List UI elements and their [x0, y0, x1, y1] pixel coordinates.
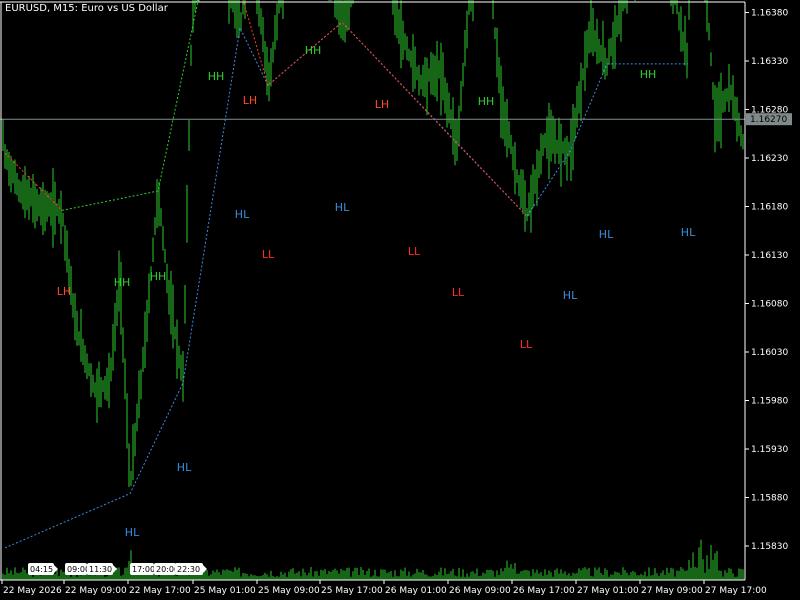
swing-label-hh: HH	[478, 95, 495, 108]
time-tick-label: 26 May 17:00	[513, 586, 575, 596]
price-tick-label: 1.15880	[751, 494, 788, 504]
swing-labels: LH HH HH HL HL HH LH HH LH HL LL HL LL HH LL LL HL HL HH HL	[57, 44, 696, 539]
current-price-badge: 1.16270	[746, 113, 792, 126]
price-tick-label: 1.16230	[751, 154, 788, 164]
price-tick-label: 1.16080	[751, 300, 788, 310]
time-tick-label: 25 May 01:00	[194, 586, 256, 596]
swing-label-hh: HH	[114, 276, 131, 289]
time-box: 04:15	[28, 563, 58, 575]
price-chart[interactable]: LH HH HH HL HL HH LH HH LH HL LL HL LL HH LL LL HL HL HH HL…	[0, 0, 800, 600]
swing-label-ll: LL	[408, 245, 421, 258]
time-axis: 22 May 2026 22 May 09:00 22 May 17:00 25 Ma…	[1, 580, 767, 596]
price-tick-label: 1.15930	[751, 445, 788, 455]
swing-label-hl: HL	[599, 228, 614, 241]
swing-label-hh: HH	[305, 44, 322, 57]
chart-axes	[0, 1, 746, 581]
swing-label-lh: LH	[57, 285, 71, 298]
time-box-label: 04:15	[30, 565, 53, 574]
swing-label-hh: HH	[208, 70, 225, 83]
volume-histogram	[2, 539, 744, 580]
time-box: 22:30	[175, 563, 207, 575]
swing-label-ll: LL	[520, 338, 533, 351]
price-tick-label: 1.16180	[751, 203, 788, 213]
time-box-label: 09:00	[67, 565, 90, 574]
chart-symbol-title: EURUSD, M15: Euro vs US Dollar	[5, 3, 168, 14]
time-tick-label: 25 May 09:00	[258, 586, 320, 596]
time-box-label: 17:00	[132, 565, 155, 574]
time-box-label: 11:30	[89, 565, 112, 574]
price-axis: 1.166301.165801.165301.164801.164301.163…	[745, 9, 788, 552]
price-bars	[2, 0, 744, 488]
time-tick-label: 22 May 17:00	[129, 586, 191, 596]
price-tick-label: 1.16030	[751, 348, 788, 358]
time-tick-label: 22 May 2026	[3, 586, 62, 596]
price-tick-label: 1.16130	[751, 251, 788, 261]
time-tick-label: 25 May 17:00	[321, 586, 383, 596]
price-tick-label: 1.16380	[751, 9, 788, 19]
time-tick-label: 26 May 09:00	[449, 586, 511, 596]
swing-label-hl: HL	[335, 201, 350, 214]
swing-label-ll: LL	[262, 248, 275, 261]
swing-label-hl: HL	[235, 208, 250, 221]
time-tick-label: 27 May 09:00	[641, 586, 703, 596]
time-tick-label: 26 May 01:00	[385, 586, 447, 596]
time-tick-label: 22 May 09:00	[65, 586, 127, 596]
current-price-label: 1.16270	[750, 115, 787, 125]
time-tick-label: 27 May 01:00	[577, 586, 639, 596]
price-tick-label: 1.15980	[751, 397, 788, 407]
swing-label-hl: HL	[681, 226, 696, 239]
swing-label-lh: LH	[375, 98, 389, 111]
time-box-label: 22:30	[177, 565, 200, 574]
zigzag-lines	[4, 0, 688, 549]
swing-label-ll: LL	[452, 286, 465, 299]
swing-label-hl: HL	[177, 461, 192, 474]
swing-label-hl: HL	[125, 526, 140, 539]
zigzag-lower-line	[4, 21, 688, 549]
time-box: 17:00	[130, 563, 158, 575]
swing-label-hh: HH	[640, 68, 657, 81]
swing-label-lh: LH	[243, 94, 257, 107]
time-box: 11:30	[87, 563, 117, 575]
price-tick-label: 1.16330	[751, 57, 788, 67]
time-tick-label: 27 May 17:00	[705, 586, 767, 596]
swing-label-hh: HH	[150, 270, 167, 283]
price-tick-label: 1.15830	[751, 542, 788, 552]
swing-label-hl: HL	[563, 289, 578, 302]
